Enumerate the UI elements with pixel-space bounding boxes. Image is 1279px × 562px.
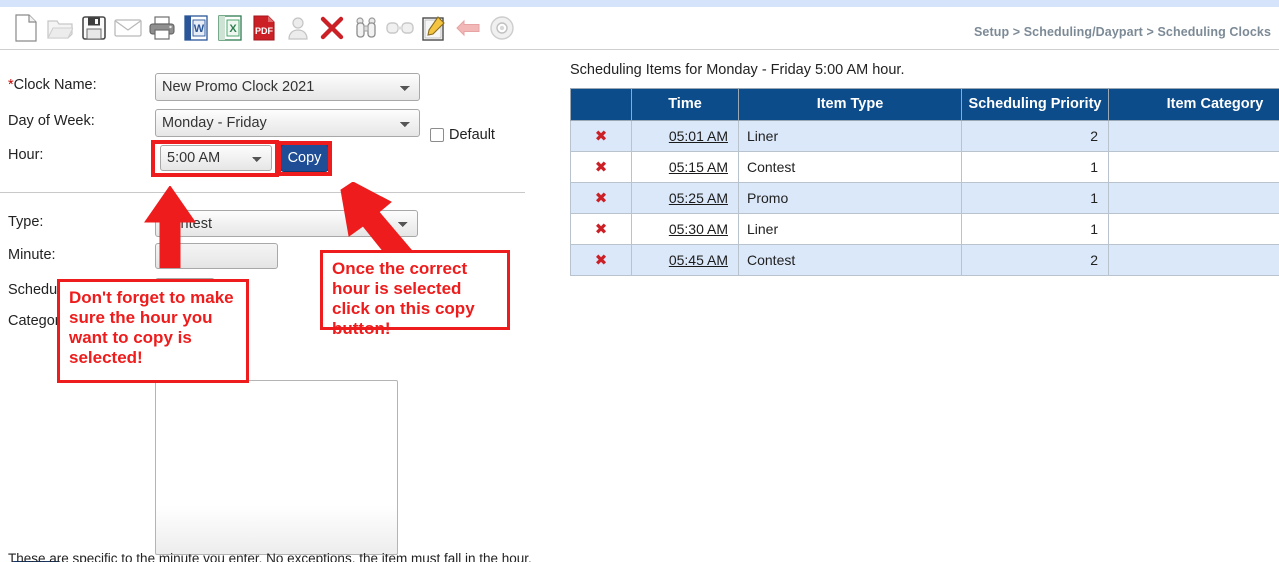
table-row: ✖ 05:45 AM Contest 2 (570, 243, 1279, 276)
day-of-week-select[interactable]: Monday - Friday (155, 109, 420, 137)
time-cell: 05:25 AM (631, 181, 739, 214)
table-header-row: Time Item Type Scheduling Priority Item … (570, 88, 1279, 121)
hour-select[interactable]: 5:00 AM (160, 145, 272, 171)
open-folder-icon[interactable] (44, 10, 75, 46)
col-header-delete (570, 88, 632, 121)
required-asterisk: * (8, 77, 14, 93)
time-cell: 05:45 AM (631, 243, 739, 276)
time-link[interactable]: 05:30 AM (669, 221, 728, 237)
scheduling-items-table: Time Item Type Scheduling Priority Item … (570, 88, 1279, 276)
delete-x-icon[interactable]: ✖ (595, 189, 608, 207)
edit-notepad-icon[interactable] (418, 10, 449, 46)
delete-x-icon[interactable]: ✖ (595, 220, 608, 238)
copy-button[interactable]: Copy (280, 144, 329, 172)
time-link[interactable]: 05:25 AM (669, 190, 728, 206)
svg-text:X: X (229, 23, 237, 35)
delete-row-cell[interactable]: ✖ (570, 150, 632, 183)
col-header-time: Time (631, 88, 739, 121)
delete-x-icon[interactable]: ✖ (595, 127, 608, 145)
delete-x-icon[interactable]: ✖ (595, 251, 608, 269)
minute-label: Minute: (8, 247, 56, 263)
item-category-cell (1108, 181, 1279, 214)
type-label: Type: (8, 214, 44, 230)
scheduling-priority-cell: 1 (961, 150, 1109, 183)
category-listbox[interactable] (155, 380, 398, 555)
new-document-icon[interactable] (10, 10, 41, 46)
col-header-item-category: Item Category (1108, 88, 1279, 121)
time-cell: 05:30 AM (631, 212, 739, 245)
bottom-note: These are specific to the minute you ent… (8, 551, 532, 562)
toolbar-icon-group: W X PDF (10, 10, 517, 46)
form-divider (0, 192, 525, 193)
scheduling-items-caption: Scheduling Items for Monday - Friday 5:0… (570, 62, 905, 78)
export-pdf-icon[interactable]: PDF (248, 10, 279, 46)
item-category-cell (1108, 243, 1279, 276)
delete-row-cell[interactable]: ✖ (570, 119, 632, 152)
email-envelope-icon[interactable] (112, 10, 143, 46)
callout-right: Once the correct hour is selected click … (320, 250, 510, 338)
scheduling-priority-cell: 1 (961, 181, 1109, 214)
table-head: Time Item Type Scheduling Priority Item … (570, 88, 1279, 121)
delete-x-icon[interactable]: ✖ (595, 158, 608, 176)
default-checkbox-wrap[interactable]: Default (430, 127, 495, 143)
scheduling-priority-cell: 2 (961, 243, 1109, 276)
top-accent-strip (0, 0, 1279, 7)
time-link[interactable]: 05:01 AM (669, 128, 728, 144)
time-link[interactable]: 05:15 AM (669, 159, 728, 175)
item-category-cell (1108, 119, 1279, 152)
scheduling-priority-cell: 1 (961, 212, 1109, 245)
scheduling-items-panel: Scheduling Items for Monday - Friday 5:0… (570, 62, 1279, 276)
table-row: ✖ 05:25 AM Promo 1 (570, 181, 1279, 214)
delete-row-cell[interactable]: ✖ (570, 243, 632, 276)
table-row: ✖ 05:15 AM Contest 1 (570, 150, 1279, 183)
time-cell: 05:01 AM (631, 119, 739, 152)
clock-name-select[interactable]: New Promo Clock 2021 (155, 73, 420, 101)
item-type-cell: Liner (738, 212, 962, 245)
minute-input[interactable] (155, 243, 278, 269)
user-icon[interactable] (282, 10, 313, 46)
delete-x-icon[interactable] (316, 10, 347, 46)
print-icon[interactable] (146, 10, 177, 46)
item-type-cell: Contest (738, 243, 962, 276)
hour-label: Hour: (8, 147, 44, 163)
item-type-cell: Contest (738, 150, 962, 183)
table-body: ✖ 05:01 AM Liner 2 ✖ 05:15 AM Contest 1 ✖ 05:25 A… (570, 119, 1279, 276)
table-row: ✖ 05:30 AM Liner 1 (570, 212, 1279, 245)
table-row: ✖ 05:01 AM Liner 2 (570, 119, 1279, 152)
time-link[interactable]: 05:45 AM (669, 252, 728, 268)
back-arrow-icon[interactable] (452, 10, 483, 46)
delete-row-cell[interactable]: ✖ (570, 212, 632, 245)
clock-name-label-text: *Clock Name: (8, 77, 97, 93)
binoculars-search-icon[interactable] (350, 10, 381, 46)
scheduling-priority-cell: 2 (961, 119, 1109, 152)
item-category-cell (1108, 150, 1279, 183)
export-excel-icon[interactable]: X (214, 10, 245, 46)
time-cell: 05:15 AM (631, 150, 739, 183)
type-select[interactable]: Contest (155, 210, 418, 237)
link-chain-icon[interactable] (384, 10, 415, 46)
save-floppy-icon[interactable] (78, 10, 109, 46)
delete-row-cell[interactable]: ✖ (570, 181, 632, 214)
settings-gear-icon[interactable] (486, 10, 517, 46)
item-type-cell: Promo (738, 181, 962, 214)
toolbar: W X PDF Setup > Scheduling/Daypart > Sch… (0, 7, 1279, 50)
col-header-scheduling-priority: Scheduling Priority (961, 88, 1109, 121)
export-word-icon[interactable]: W (180, 10, 211, 46)
item-category-cell (1108, 212, 1279, 245)
scheduling-clocks-page: W X PDF Setup > Scheduling/Daypart > Sch… (0, 0, 1279, 562)
default-checkbox-label: Default (449, 127, 495, 143)
default-checkbox[interactable] (430, 128, 444, 142)
callout-left: Don't forget to make sure the hour you w… (57, 279, 249, 383)
day-of-week-label: Day of Week: (8, 113, 95, 129)
col-header-item-type: Item Type (738, 88, 962, 121)
svg-text:PDF: PDF (255, 26, 274, 36)
svg-text:W: W (193, 23, 204, 35)
breadcrumb: Setup > Scheduling/Daypart > Scheduling … (973, 25, 1271, 39)
item-type-cell: Liner (738, 119, 962, 152)
